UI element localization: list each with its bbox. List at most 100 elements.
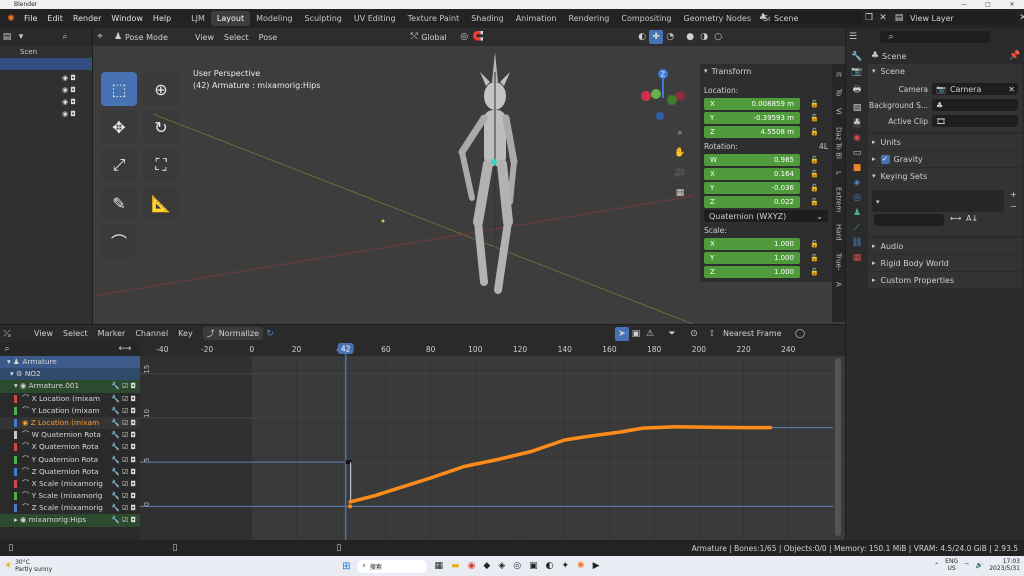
fcurve-channel[interactable]: ⌒ W Quaternion Rota 🔧 ☑ ◘: [0, 429, 140, 441]
eye-icon[interactable]: ◉: [22, 418, 31, 427]
camera-view-icon[interactable]: 🎥: [673, 166, 687, 180]
output-tab-icon[interactable]: 🖶: [853, 82, 862, 98]
rotation-lock-badge[interactable]: 4L: [819, 142, 828, 151]
gravity-checkbox[interactable]: ✓: [880, 154, 890, 164]
wifi-icon[interactable]: ⌔: [964, 561, 970, 569]
filter-icon[interactable]: ▾: [14, 30, 28, 44]
world-tab-icon[interactable]: ◉: [853, 133, 861, 143]
object-tab-icon[interactable]: ■: [853, 163, 862, 173]
snap-icon[interactable]: 🧲: [471, 30, 485, 44]
rotation-mode-dropdown[interactable]: Quaternion (WXYZ) ⌄: [704, 210, 828, 222]
location-field-z[interactable]: Z 4.5508 m: [704, 125, 800, 138]
outliner-editor-icon[interactable]: ▤: [0, 30, 14, 44]
tool-tab-icon[interactable]: 🔧: [851, 52, 862, 62]
new-scene-icon[interactable]: ❐: [862, 11, 876, 25]
outliner-row-3[interactable]: [0, 82, 92, 94]
shading-rendered-icon[interactable]: ○: [711, 30, 725, 44]
properties-editor-icon[interactable]: ☰: [846, 30, 860, 44]
lock-icon[interactable]: 🔓: [810, 114, 819, 122]
outliner-row-4[interactable]: [0, 94, 92, 106]
fcurve-channel[interactable]: ⌒ X Scale (mixamorig 🔧 ☑ ◘: [0, 478, 140, 490]
view-layer-selector[interactable]: View Layer: [906, 12, 1016, 24]
tab-animation[interactable]: Animation: [510, 11, 563, 26]
side-tab-l[interactable]: L: [835, 171, 843, 175]
tab-rendering[interactable]: Rendering: [563, 11, 616, 26]
steam-icon[interactable]: ◎: [513, 561, 521, 571]
minimize-button[interactable]: —: [952, 0, 976, 9]
audio-section-header[interactable]: ▸ Audio: [868, 238, 1022, 254]
tab-compositing[interactable]: Compositing: [615, 11, 677, 26]
texture-tab-icon[interactable]: ▦: [853, 253, 862, 263]
outliner-visibility-icons[interactable]: ◉ ◘ ◉ ◘ ◉ ◘ ◉ ◘: [62, 72, 76, 120]
object-data-tab-icon[interactable]: ♟: [853, 208, 861, 218]
keying-filter-field[interactable]: [874, 214, 944, 226]
fcurve-channel[interactable]: ⌒ Z Quaternion Rota 🔧 ☑ ◘: [0, 466, 140, 478]
location-field-y[interactable]: Y -0.39593 m: [704, 111, 800, 124]
modifier-tab-icon[interactable]: ◈: [854, 178, 861, 188]
menu-edit[interactable]: Edit: [47, 14, 63, 23]
fcurve-channel[interactable]: ⌒ X Location (mixam 🔧 ☑ ◘: [0, 393, 140, 405]
filter-funnel-icon[interactable]: ⏷: [665, 327, 679, 341]
curve-icon[interactable]: ⌒: [22, 442, 32, 451]
curve-icon[interactable]: ⌒: [22, 394, 32, 403]
custom-props-section-header[interactable]: ▸ Custom Properties: [868, 272, 1022, 288]
curve-icon[interactable]: ⌒: [22, 503, 32, 512]
graph-menu-select[interactable]: Select: [63, 329, 88, 338]
scene-section-header[interactable]: ▾ Scene: [868, 64, 1022, 78]
render-tab-icon[interactable]: 📷: [851, 67, 862, 77]
tab-geometry-nodes[interactable]: Geometry Nodes: [678, 11, 757, 26]
gizmo-icon[interactable]: ◔: [663, 30, 677, 44]
scale-field-z[interactable]: Z 1.000: [704, 265, 800, 278]
outliner-row-selected[interactable]: [0, 58, 92, 70]
menu-render[interactable]: Render: [73, 14, 101, 23]
tab-shading[interactable]: Shading: [465, 11, 510, 26]
keying-sets-list[interactable]: ▾: [872, 190, 1004, 212]
maximize-button[interactable]: □: [976, 0, 1000, 9]
normalize-refresh-icon[interactable]: ↻: [263, 327, 277, 341]
hidden-icon[interactable]: ▣: [629, 327, 643, 341]
tab-texture-paint[interactable]: Texture Paint: [402, 11, 466, 26]
rotation-field-z[interactable]: Z 0.022: [704, 195, 800, 208]
shading-material-icon[interactable]: ◑: [697, 30, 711, 44]
channel-toggle-icons[interactable]: 🔧 ☑ ◘: [111, 417, 136, 429]
graph-menu-view[interactable]: View: [34, 329, 53, 338]
menu-file[interactable]: File: [24, 14, 37, 23]
channel-toggle-icons[interactable]: 🔧 ☑ ◘: [111, 454, 136, 466]
channel-toggle-icons[interactable]: 🔧 ☑ ◘: [111, 429, 136, 441]
bone-tab-icon[interactable]: ⟋: [854, 223, 860, 233]
sort-alpha-icon[interactable]: A↓: [966, 214, 978, 223]
keying-sets-header[interactable]: ▾ Keying Sets: [868, 168, 1022, 184]
vertical-scrollbar[interactable]: [835, 358, 841, 536]
channel-toggle-icons[interactable]: 🔧 ☑ ◘: [111, 393, 136, 405]
mode-selector[interactable]: Pose Mode: [125, 33, 187, 42]
snapping-mode[interactable]: Nearest Frame: [723, 329, 793, 338]
normalize-toggle[interactable]: ⤴ Normalize: [202, 327, 263, 340]
fcurve-channel[interactable]: ⌒ X Quaternion Rota 🔧 ☑ ◘: [0, 441, 140, 453]
constraint-tab-icon[interactable]: ⛓: [851, 238, 862, 248]
lock-icon[interactable]: 🔓: [810, 240, 819, 248]
lock-icon[interactable]: 🔓: [810, 170, 819, 178]
armature-figure[interactable]: [448, 52, 528, 302]
close-scene-icon[interactable]: ✕: [876, 11, 890, 25]
graph-editor-icon[interactable]: ⤯: [0, 327, 14, 341]
active-clip-field[interactable]: 🎞: [932, 115, 1018, 127]
errors-icon[interactable]: ⚠: [643, 327, 657, 341]
side-tab-daz[interactable]: Daz To Bl: [835, 127, 843, 159]
blender-task-icon[interactable]: ✺: [577, 561, 585, 571]
side-tab-extreme[interactable]: Extrem: [835, 187, 843, 212]
rotation-field-w[interactable]: W 0.985: [704, 153, 800, 166]
channel-toggle-icons[interactable]: 🔧 ☑ ◘: [111, 514, 136, 526]
outliner-row-scene[interactable]: Scen: [0, 46, 92, 58]
tab-modeling[interactable]: Modeling: [250, 11, 298, 26]
graph-menu-channel[interactable]: Channel: [135, 329, 168, 338]
orientation-selector[interactable]: Global: [421, 33, 457, 42]
gravity-section-header[interactable]: ▸ ✓ Gravity: [868, 151, 1022, 167]
curve-icon[interactable]: ⌒: [22, 479, 32, 488]
fcurve-channel[interactable]: ⌒ Y Location (mixam 🔧 ☑ ◘: [0, 405, 140, 417]
tray-chevron-icon[interactable]: ⌃: [934, 562, 939, 569]
side-tab-a[interactable]: A: [835, 282, 843, 287]
app-icon-1[interactable]: ◆: [483, 561, 490, 571]
tab-layout[interactable]: Layout: [210, 11, 251, 26]
menu-help[interactable]: Help: [153, 14, 171, 23]
remove-keying-set-icon[interactable]: −: [1010, 202, 1017, 211]
